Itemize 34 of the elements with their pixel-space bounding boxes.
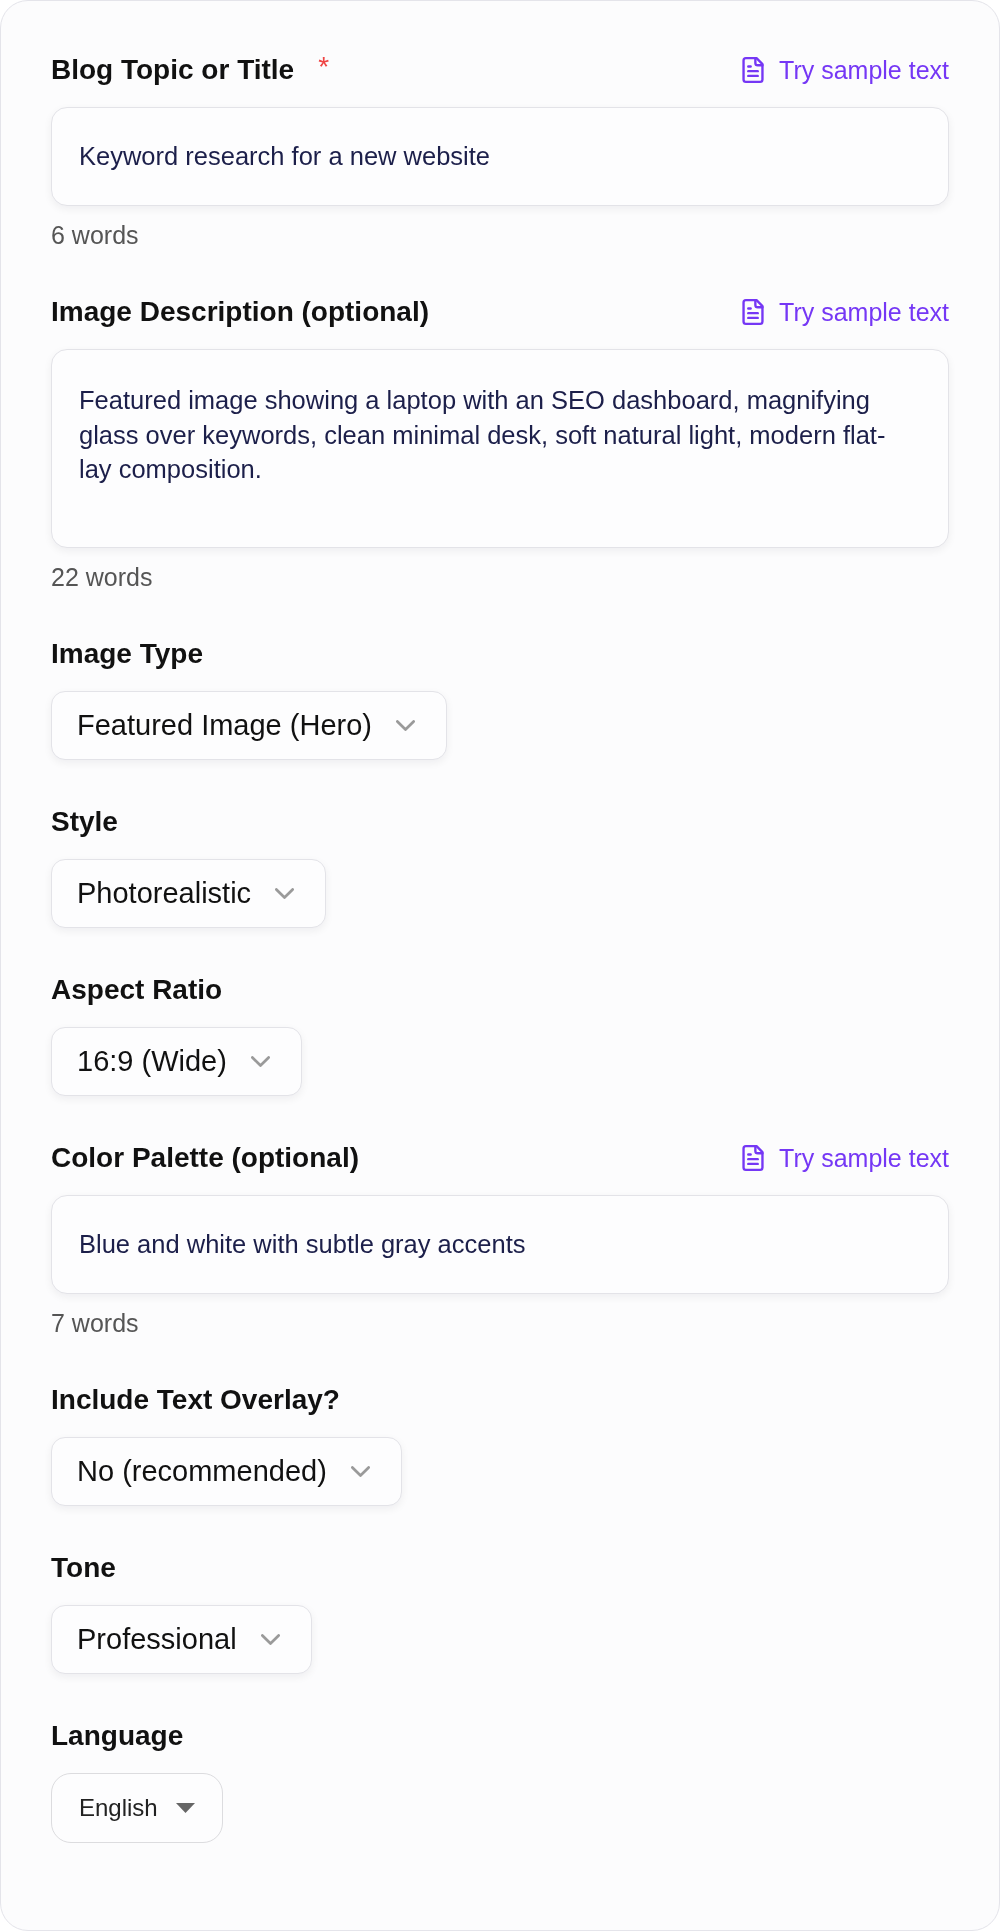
- sample-text-link[interactable]: Try sample text: [742, 1143, 949, 1173]
- field-label: Language: [51, 1719, 184, 1753]
- field-label: Tone: [51, 1551, 116, 1585]
- document-icon: [742, 1145, 765, 1171]
- dropdown-select[interactable]: Featured Image (Hero): [51, 691, 447, 760]
- chevron-down-icon: [275, 888, 295, 899]
- chevron-down-icon: [250, 1056, 270, 1067]
- caret-down-icon: [175, 1803, 195, 1813]
- text-input[interactable]: Blue and white with subtle gray accents: [51, 1195, 949, 1294]
- dropdown-select[interactable]: English: [51, 1773, 223, 1843]
- word-count: 7 words: [51, 1308, 139, 1338]
- sample-text-link[interactable]: Try sample text: [742, 55, 949, 85]
- field-label: Color Palette (optional): [51, 1141, 359, 1175]
- word-count: 22 words: [51, 562, 153, 592]
- document-icon: [742, 57, 765, 83]
- dropdown-select[interactable]: 16:9 (Wide): [51, 1027, 302, 1096]
- field-label: Blog Topic or Title: [51, 53, 295, 87]
- chevron-down-icon: [260, 1634, 280, 1645]
- chevron-down-icon: [395, 720, 415, 731]
- text-input[interactable]: Keyword research for a new website: [51, 107, 949, 206]
- field-label: Aspect Ratio: [51, 973, 223, 1007]
- sample-text-link[interactable]: Try sample text: [742, 297, 949, 327]
- word-count: 6 words: [51, 220, 139, 250]
- document-icon: [742, 299, 765, 325]
- field-label: Image Description (optional): [51, 295, 430, 329]
- field-label: Style: [51, 805, 118, 839]
- dropdown-select[interactable]: Professional: [51, 1605, 312, 1674]
- field-label: Image Type: [51, 637, 203, 671]
- field-label: Include Text Overlay?: [51, 1383, 340, 1417]
- dropdown-select[interactable]: Photorealistic: [51, 859, 327, 928]
- chevron-down-icon: [350, 1466, 370, 1477]
- textarea-input[interactable]: Featured image showing a laptop with an SEO dashboard, magnifying glass over keywords, clean minimal desk, soft natural light, modern flat-lay composition.: [51, 349, 949, 548]
- required-asterisk: *: [318, 53, 330, 81]
- dropdown-select[interactable]: No (recommended): [51, 1437, 402, 1506]
